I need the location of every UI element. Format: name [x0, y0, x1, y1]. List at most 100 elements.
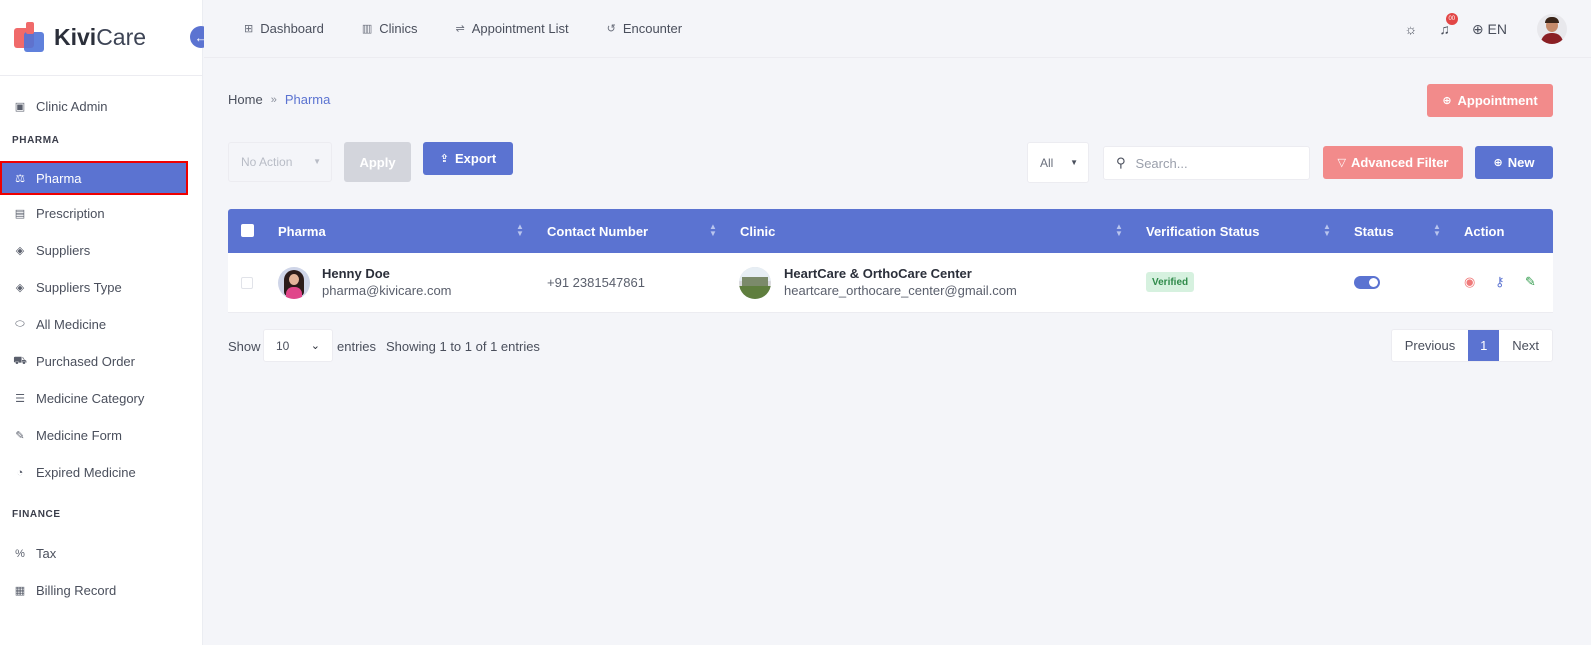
- sidebar-item-pharma[interactable]: ⚖ Pharma: [0, 161, 188, 195]
- sidebar-item-clinic-admin[interactable]: ▣ Clinic Admin: [0, 88, 202, 125]
- sidebar-item-label: Pharma: [36, 170, 82, 186]
- sidebar-item-billing-record[interactable]: ▦ Billing Record: [0, 572, 202, 609]
- column-header-contact-number[interactable]: Contact Number: [547, 209, 648, 253]
- kivicare-logo-icon: [14, 21, 46, 54]
- topnav-label: Appointment List: [471, 21, 569, 36]
- topbar: ⊞ Dashboard ▥ Clinics ⇌ Appointment List…: [204, 0, 1591, 58]
- topnav-appointment-list[interactable]: ⇌ Appointment List: [456, 21, 569, 36]
- sort-icon[interactable]: ▲ ▼: [1323, 223, 1331, 238]
- sidebar: KiviCare ← ▣ Clinic Admin PHARMA ⚖ Pharm…: [0, 0, 212, 645]
- breadcrumb: Home » Pharma: [228, 92, 330, 107]
- table-header: Pharma ▲ ▼ Contact Number ▲ ▼ Clinic ▲ ▼ Ve…: [228, 209, 1553, 253]
- language-selector[interactable]: ⊕ EN: [1472, 21, 1507, 38]
- edit-pencil-icon[interactable]: ✎: [1525, 274, 1536, 290]
- column-header-clinic[interactable]: Clinic: [740, 209, 775, 253]
- topnav-clinics[interactable]: ▥ Clinics: [362, 21, 418, 36]
- sidebar-nav: ▣ Clinic Admin PHARMA ⚖ Pharma ▤ Prescri…: [0, 76, 202, 645]
- add-new-button[interactable]: ⊕ New: [1475, 146, 1553, 179]
- sidebar-item-label: Medicine Form: [36, 428, 122, 443]
- row-checkbox[interactable]: [241, 277, 253, 289]
- bulk-action-select[interactable]: No Action ▼: [228, 142, 332, 182]
- clinic-avatar: [739, 267, 771, 299]
- sidebar-item-label: Clinic Admin: [36, 99, 108, 114]
- sidebar-item-prescription[interactable]: ▤ Prescription: [0, 195, 202, 232]
- topnav-encounter[interactable]: ↺ Encounter: [607, 21, 682, 36]
- select-all-checkbox[interactable]: [241, 224, 254, 237]
- key-icon[interactable]: ⚷: [1495, 274, 1505, 290]
- sidebar-item-label: Medicine Category: [36, 391, 145, 406]
- sidebar-item-suppliers-type[interactable]: ◈ Suppliers Type: [0, 269, 202, 306]
- status-filter-select[interactable]: All ▼: [1027, 142, 1089, 183]
- column-header-status[interactable]: Status: [1354, 209, 1394, 253]
- plus-circle-icon: ⊕: [1442, 95, 1452, 107]
- notification-badge: 00: [1445, 13, 1458, 25]
- topnav-dashboard[interactable]: ⊞ Dashboard: [244, 21, 324, 36]
- sort-icon[interactable]: ▲ ▼: [516, 223, 524, 238]
- verification-status-badge: Verified: [1146, 272, 1195, 292]
- column-header-pharma[interactable]: Pharma: [278, 209, 326, 253]
- sort-icon[interactable]: ▲ ▼: [709, 223, 717, 238]
- sidebar-item-expired-medicine[interactable]: ◔ Expired Medicine: [0, 454, 202, 491]
- column-header-verification-status[interactable]: Verification Status: [1146, 209, 1259, 253]
- advanced-filter-button[interactable]: ▽ Advanced Filter: [1323, 146, 1463, 179]
- sidebar-item-purchased-order[interactable]: ⛟ Purchased Order: [0, 343, 202, 380]
- filter-icon: ▽: [1337, 157, 1346, 169]
- double-chevron-right-icon: »: [270, 93, 277, 106]
- notification-bell-icon[interactable]: ♫ 00: [1439, 13, 1458, 37]
- view-eye-icon[interactable]: ◉: [1464, 274, 1475, 290]
- sidebar-item-tax[interactable]: % Tax: [0, 535, 202, 572]
- previous-page-button[interactable]: Previous: [1392, 330, 1469, 361]
- search-icon: ⚲: [1116, 155, 1126, 170]
- caret-down-icon: ▼: [313, 157, 321, 166]
- sidebar-item-all-medicine[interactable]: ⬭ All Medicine: [0, 306, 202, 343]
- sort-icon[interactable]: ▲ ▼: [1115, 223, 1123, 238]
- pharma-avatar: [278, 267, 310, 299]
- export-button[interactable]: ⇪ Export: [423, 142, 513, 175]
- globe-icon: ⊕: [1471, 20, 1484, 37]
- grid-icon: ⊞: [244, 23, 254, 35]
- search-input[interactable]: [1135, 155, 1286, 171]
- status-toggle[interactable]: [1354, 276, 1380, 289]
- sidebar-section-finance: FINANCE: [12, 509, 61, 520]
- topnav-label: Clinics: [379, 21, 418, 36]
- entries-label: entries: [337, 339, 377, 354]
- clipboard-icon: ▤: [14, 208, 26, 220]
- clinic-email: heartcare_orthocare_center@gmail.com: [784, 283, 1017, 298]
- theme-toggle-sun-icon[interactable]: ☼: [1404, 21, 1417, 37]
- next-page-button[interactable]: Next: [1499, 330, 1552, 361]
- pharma-email: pharma@kivicare.com: [322, 283, 452, 298]
- sidebar-item-label: Prescription: [36, 206, 105, 221]
- sidebar-item-medicine-category[interactable]: ☰ Medicine Category: [0, 380, 202, 417]
- id-card-icon: ▣: [14, 101, 26, 113]
- column-header-action: Action: [1464, 223, 1505, 239]
- topnav-label: Encounter: [622, 21, 683, 36]
- building-icon: ▥: [361, 23, 373, 35]
- history-icon: ↺: [606, 23, 616, 35]
- apply-button[interactable]: Apply: [344, 142, 411, 182]
- pharma-table: Pharma ▲ ▼ Contact Number ▲ ▼ Clinic ▲ ▼ Ve…: [228, 209, 1553, 313]
- breadcrumb-current: Pharma: [284, 92, 331, 107]
- handshake-icon: ◈: [15, 282, 25, 294]
- add-appointment-button[interactable]: ⊕ Appointment: [1427, 84, 1553, 117]
- sort-icon[interactable]: ▲ ▼: [1433, 223, 1441, 238]
- pagination: Previous 1 Next: [1390, 329, 1553, 362]
- button-label: Export: [455, 151, 497, 166]
- button-label: Appointment: [1457, 93, 1538, 108]
- pharma-name: Henny Doe: [322, 266, 390, 281]
- table-row: Henny Doe pharma@kivicare.com +91 238154…: [228, 253, 1553, 313]
- user-avatar[interactable]: [1537, 14, 1567, 44]
- brand-name-bold: Kivi: [54, 24, 97, 50]
- sidebar-item-label: Suppliers Type: [36, 280, 122, 295]
- pill-icon: ⬭: [15, 318, 25, 330]
- brand-name[interactable]: KiviCare: [54, 24, 146, 51]
- breadcrumb-home[interactable]: Home: [228, 92, 263, 107]
- button-label: Advanced Filter: [1350, 155, 1449, 170]
- sidebar-item-suppliers[interactable]: ◈ Suppliers: [0, 232, 202, 269]
- brand: KiviCare ←: [0, 0, 212, 76]
- caret-down-icon: ▼: [1070, 158, 1078, 167]
- sidebar-item-label: Suppliers: [36, 243, 91, 258]
- page-1-button[interactable]: 1: [1468, 330, 1500, 361]
- page-length-select[interactable]: 10 ⌄: [263, 329, 333, 362]
- sidebar-item-medicine-form[interactable]: ✎ Medicine Form: [0, 417, 202, 454]
- list-icon: ☰: [15, 393, 25, 405]
